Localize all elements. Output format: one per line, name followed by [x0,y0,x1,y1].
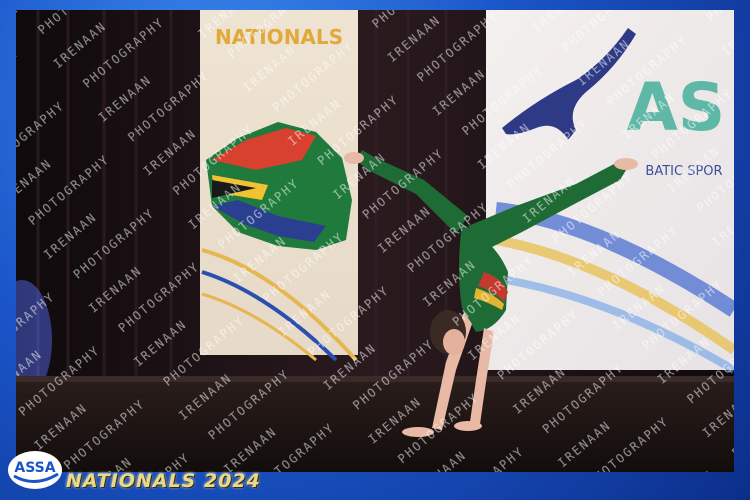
event-caption: NATIONALS 2024 [66,470,261,492]
banner-subtitle: BATIC SPOR [645,164,722,179]
banner-title: NATIONALS [215,25,343,49]
left-banner: NATIONALS [200,10,358,362]
stage-scene: NATIONALS AS BATIC SPOR [16,10,734,472]
footer-logo-text: ASSA [14,460,55,476]
photo: NATIONALS AS BATIC SPOR [16,10,734,472]
stage-edge [16,376,734,382]
assa-logo: ASSA [8,451,62,489]
stage-floor [16,380,734,472]
banner-logo: AS [627,69,726,146]
photo-frame: NATIONALS AS BATIC SPOR ASSA NATIONALS 2… [0,0,750,500]
right-banner: AS BATIC SPOR [486,10,734,374]
